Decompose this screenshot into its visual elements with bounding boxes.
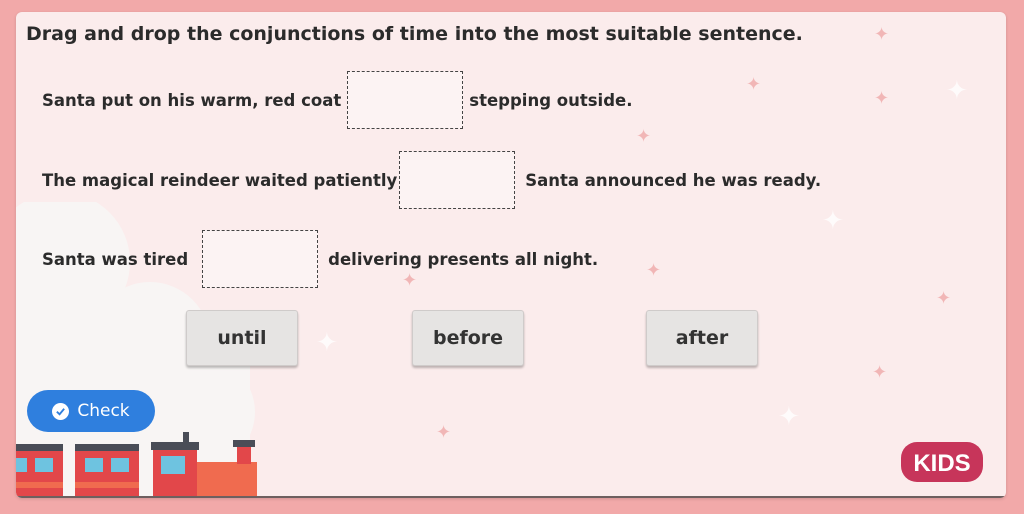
sentence-row-2: The magical reindeer waited patiently Sa… [42, 150, 821, 210]
draggable-option-until[interactable]: until [186, 310, 298, 366]
logo-text: KIDS [913, 450, 970, 477]
activity-panel: ✦ ✦ ✦ ✦ ✦ ✦ ✦ ✦ ✦ ✦ ✦ ✦ ✦ Drag and drop … [16, 12, 1006, 498]
sentence-row-3: Santa was tired delivering presents all … [42, 229, 598, 289]
sparkle-icon: ✦ [822, 206, 844, 236]
sparkle-icon: ✦ [872, 362, 888, 383]
sparkle-icon: ✦ [874, 88, 890, 109]
sparkle-icon: ✦ [936, 288, 952, 309]
sparkle-icon: ✦ [946, 76, 968, 106]
sentence-row-1: Santa put on his warm, red coat stepping… [42, 70, 632, 130]
sparkle-icon: ✦ [746, 74, 762, 95]
draggable-option-after[interactable]: after [646, 310, 758, 366]
check-button[interactable]: Check [27, 390, 155, 432]
kids-logo: KIDS [901, 442, 983, 482]
drop-zone-1[interactable] [347, 71, 464, 129]
drop-zone-3[interactable] [202, 230, 319, 288]
sparkle-icon: ✦ [646, 260, 662, 281]
sparkle-icon: ✦ [636, 126, 652, 147]
sentence-text-after: Santa announced he was ready. [525, 170, 822, 190]
sparkle-icon: ✦ [316, 328, 338, 358]
drop-zone-2[interactable] [399, 151, 516, 209]
sentence-text-after: delivering presents all night. [328, 249, 599, 269]
instruction-text: Drag and drop the conjunctions of time i… [26, 23, 803, 45]
rail-track [16, 496, 1006, 498]
sentence-text-before: The magical reindeer waited patiently [42, 170, 398, 190]
sparkle-icon: ✦ [874, 24, 890, 45]
sentence-text-before: Santa was tired [42, 249, 189, 269]
sentence-text-after: stepping outside. [469, 90, 633, 110]
sentence-text-before: Santa put on his warm, red coat [42, 90, 342, 110]
check-button-label: Check [77, 401, 130, 421]
sparkle-icon: ✦ [778, 402, 800, 432]
sparkle-icon: ✦ [436, 422, 452, 443]
train-decoration [16, 432, 261, 498]
check-circle-icon [52, 402, 70, 420]
draggable-option-before[interactable]: before [412, 310, 524, 366]
